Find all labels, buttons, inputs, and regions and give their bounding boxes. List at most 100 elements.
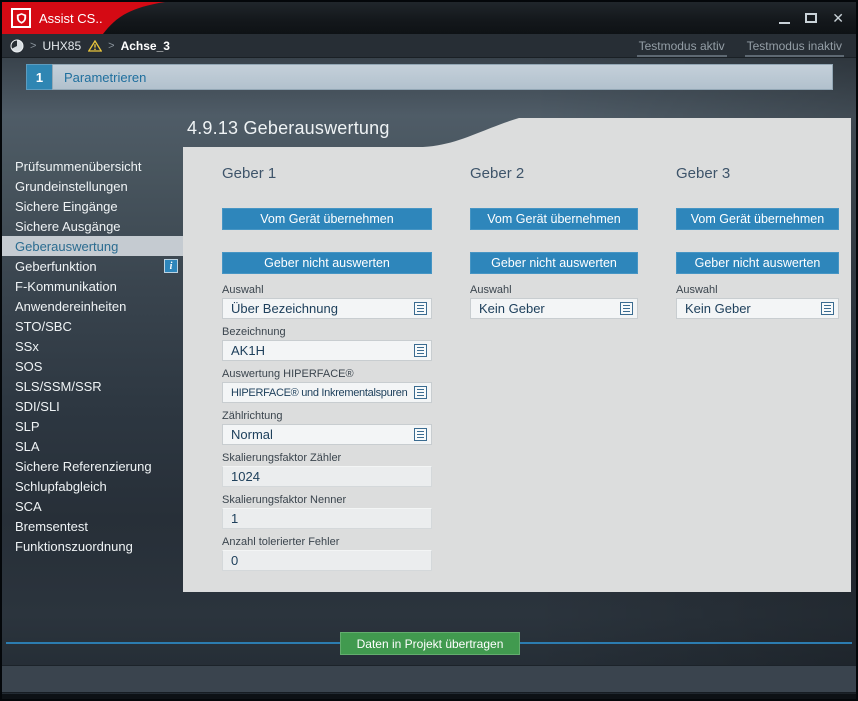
breadcrumb-device[interactable]: UHX85 — [42, 39, 81, 53]
field-label: Bezeichnung — [222, 326, 432, 338]
bottom-edge — [2, 694, 856, 699]
sidebar-nav: Prüfsummenübersicht Grundeinstellungen S… — [2, 156, 183, 556]
column-title: Geber 3 — [676, 165, 839, 184]
field-anzahl-tolerierter-fehler: Anzahl tolerierter Fehler — [222, 536, 432, 571]
select-value: HIPERFACE® und Inkrementalspuren — [231, 387, 414, 399]
field-label: Auswahl — [222, 284, 432, 296]
sidebar-item-f-kommunikation[interactable]: F-Kommunikation — [2, 276, 183, 296]
skalierungsfaktor-zaehler-input[interactable] — [222, 466, 432, 487]
sidebar-item-sla[interactable]: SLA — [2, 436, 183, 456]
encoder-column-1: Geber 1 Vom Gerät übernehmen Geber nicht… — [222, 165, 432, 592]
skalierungsfaktor-nenner-input[interactable] — [222, 508, 432, 529]
encoder-columns: Geber 1 Vom Gerät übernehmen Geber nicht… — [183, 118, 851, 592]
sidebar-item-anwendereinheiten[interactable]: Anwendereinheiten — [2, 296, 183, 316]
sidebar-item-sichere-eingaenge[interactable]: Sichere Eingänge — [2, 196, 183, 216]
sidebar-item-funktionszuordnung[interactable]: Funktionszuordnung — [2, 536, 183, 556]
select-value: Kein Geber — [479, 301, 620, 316]
content-panel: Geber 1 Vom Gerät übernehmen Geber nicht… — [183, 118, 851, 592]
breadcrumb-separator: > — [108, 40, 114, 52]
close-icon[interactable]: ✕ — [832, 11, 844, 25]
select-value: Über Bezeichnung — [231, 301, 414, 316]
app-logo-icon — [11, 8, 31, 28]
step-parametrieren-tab[interactable]: Parametrieren — [52, 64, 833, 90]
dropdown-icon — [414, 302, 427, 315]
sidebar-item-sto-sbc[interactable]: STO/SBC — [2, 316, 183, 336]
sidebar-item-sos[interactable]: SOS — [2, 356, 183, 376]
field-auswahl: Auswahl Kein Geber — [676, 284, 839, 319]
bezeichnung-select[interactable]: AK1H — [222, 340, 432, 361]
field-label: Auswahl — [676, 284, 839, 296]
vom-geraet-uebernehmen-button[interactable]: Vom Gerät übernehmen — [676, 208, 839, 230]
sidebar-item-slp[interactable]: SLP — [2, 416, 183, 436]
wizard-step-bar: 1 Parametrieren — [26, 64, 833, 90]
sidebar-item-ssx[interactable]: SSx — [2, 336, 183, 356]
testmodus-aktiv-button[interactable]: Testmodus aktiv — [637, 39, 727, 57]
sidebar-item-sichere-ausgaenge[interactable]: Sichere Ausgänge — [2, 216, 183, 236]
window-inner: Assist CS.. ✕ > UHX85 — [2, 2, 856, 699]
field-label: Auswertung HIPERFACE® — [222, 368, 432, 380]
select-value: Kein Geber — [685, 301, 821, 316]
app-window: Assist CS.. ✕ > UHX85 — [0, 0, 858, 701]
sidebar-item-geberauswertung[interactable]: Geberauswertung — [2, 236, 183, 256]
field-auswahl: Auswahl Über Bezeichnung — [222, 284, 432, 319]
field-skalierungsfaktor-nenner: Skalierungsfaktor Nenner — [222, 494, 432, 529]
auswertung-hiperface-select[interactable]: HIPERFACE® und Inkrementalspuren — [222, 382, 432, 403]
field-zaehlrichtung: Zählrichtung Normal — [222, 410, 432, 445]
dropdown-icon — [821, 302, 834, 315]
main-area: 1 Parametrieren 4.9.13 Geberauswertung P… — [2, 58, 856, 699]
globe-icon[interactable] — [10, 39, 24, 53]
minimize-icon[interactable] — [779, 22, 790, 24]
step-number-badge: 1 — [26, 64, 52, 90]
geber-nicht-auswerten-button[interactable]: Geber nicht auswerten — [470, 252, 638, 274]
warning-icon — [88, 40, 102, 52]
breadcrumb: > UHX85 > Achse_3 Testmodus aktiv Testmo… — [2, 34, 856, 58]
maximize-icon[interactable] — [805, 13, 817, 23]
select-value: Normal — [231, 427, 414, 442]
dropdown-icon — [414, 386, 427, 399]
zaehlrichtung-select[interactable]: Normal — [222, 424, 432, 445]
auswahl-select[interactable]: Über Bezeichnung — [222, 298, 432, 319]
field-label: Skalierungsfaktor Nenner — [222, 494, 432, 506]
sidebar-item-pruefsummenuebersicht[interactable]: Prüfsummenübersicht — [2, 156, 183, 176]
field-label: Skalierungsfaktor Zähler — [222, 452, 432, 464]
sidebar-item-sdi-sli[interactable]: SDI/SLI — [2, 396, 183, 416]
dropdown-icon — [414, 428, 427, 441]
testmodus-inaktiv-button[interactable]: Testmodus inaktiv — [745, 39, 844, 57]
encoder-column-3: Geber 3 Vom Gerät übernehmen Geber nicht… — [676, 165, 839, 592]
field-label: Auswahl — [470, 284, 638, 296]
vom-geraet-uebernehmen-button[interactable]: Vom Gerät übernehmen — [222, 208, 432, 230]
encoder-column-2: Geber 2 Vom Gerät übernehmen Geber nicht… — [470, 165, 638, 592]
sidebar-item-schlupfabgleich[interactable]: Schlupfabgleich — [2, 476, 183, 496]
geber-nicht-auswerten-button[interactable]: Geber nicht auswerten — [676, 252, 839, 274]
sidebar-item-grundeinstellungen[interactable]: Grundeinstellungen — [2, 176, 183, 196]
breadcrumb-axis[interactable]: Achse_3 — [121, 39, 170, 53]
red-swoosh-decoration — [2, 2, 222, 34]
sidebar-item-label: Geberfunktion — [15, 259, 97, 274]
title-bar: Assist CS.. ✕ — [2, 2, 856, 34]
field-skalierungsfaktor-zaehler: Skalierungsfaktor Zähler — [222, 452, 432, 487]
geber-nicht-auswerten-button[interactable]: Geber nicht auswerten — [222, 252, 432, 274]
app-title: Assist CS.. — [39, 11, 103, 26]
field-label: Anzahl tolerierter Fehler — [222, 536, 432, 548]
anzahl-tolerierter-fehler-input[interactable] — [222, 550, 432, 571]
sidebar-item-bremsentest[interactable]: Bremsentest — [2, 516, 183, 536]
sidebar-item-sca[interactable]: SCA — [2, 496, 183, 516]
breadcrumb-separator: > — [30, 40, 36, 52]
sidebar-item-geberfunktion[interactable]: Geberfunktion i — [2, 256, 183, 276]
info-icon[interactable]: i — [164, 259, 178, 273]
auswahl-select[interactable]: Kein Geber — [470, 298, 638, 319]
sidebar-item-sichere-referenzierung[interactable]: Sichere Referenzierung — [2, 456, 183, 476]
dropdown-icon — [414, 344, 427, 357]
testmodus-switch: Testmodus aktiv Testmodus inaktiv — [637, 34, 844, 57]
field-auswahl: Auswahl Kein Geber — [470, 284, 638, 319]
column-title: Geber 1 — [222, 165, 432, 184]
vom-geraet-uebernehmen-button[interactable]: Vom Gerät übernehmen — [470, 208, 638, 230]
daten-in-projekt-uebertragen-button[interactable]: Daten in Projekt übertragen — [340, 632, 520, 655]
field-label: Zählrichtung — [222, 410, 432, 422]
sidebar-item-sls-ssm-ssr[interactable]: SLS/SSM/SSR — [2, 376, 183, 396]
window-controls: ✕ — [779, 2, 844, 34]
select-value: AK1H — [231, 343, 414, 358]
field-bezeichnung: Bezeichnung AK1H — [222, 326, 432, 361]
auswahl-select[interactable]: Kein Geber — [676, 298, 839, 319]
field-auswertung-hiperface: Auswertung HIPERFACE® HIPERFACE® und Ink… — [222, 368, 432, 403]
